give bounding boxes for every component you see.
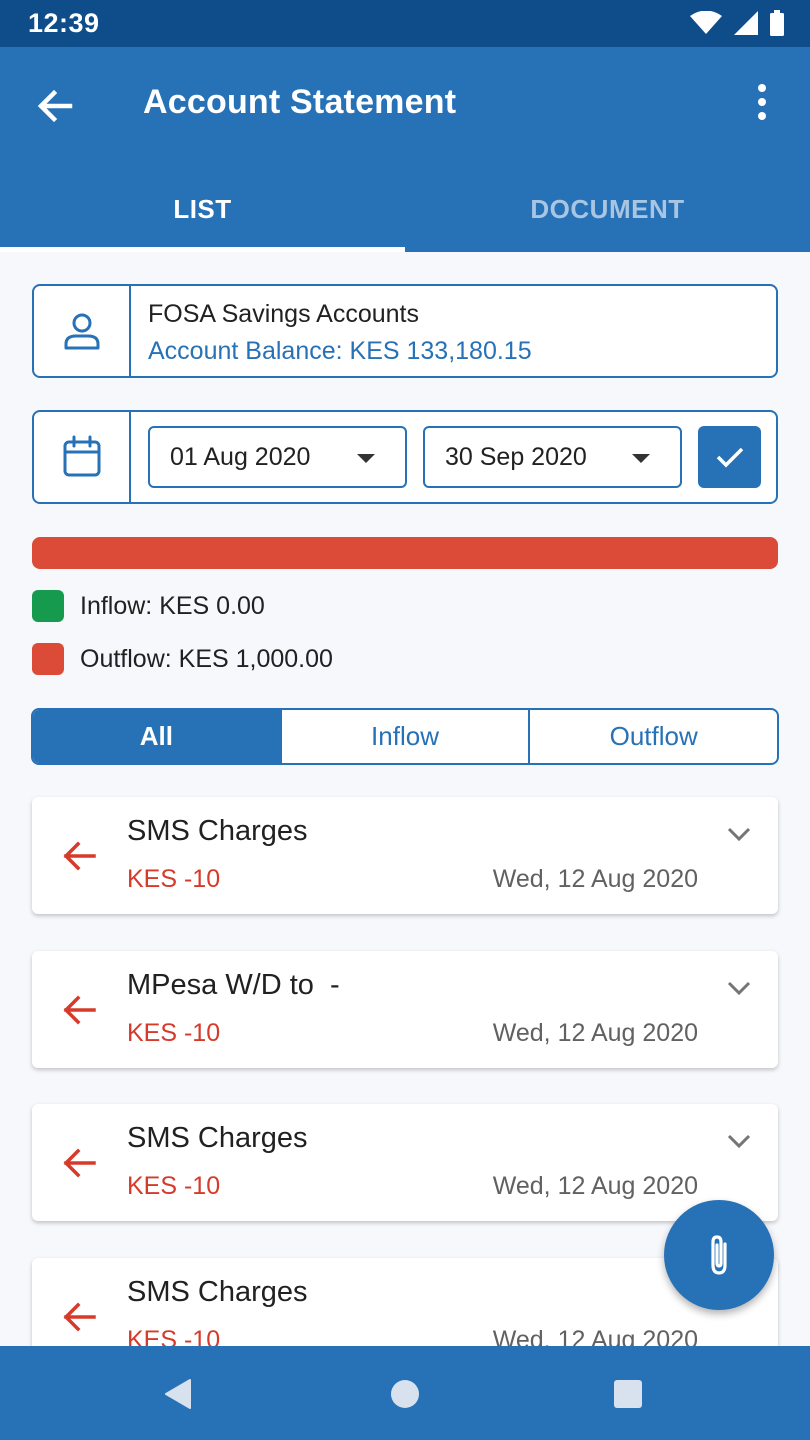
nav-recents-icon — [614, 1380, 642, 1408]
back-button[interactable] — [32, 83, 78, 129]
transaction-description: SMS Charges — [127, 1122, 308, 1154]
nav-back-button[interactable] — [158, 1374, 198, 1414]
nav-home-icon — [391, 1380, 419, 1408]
from-date-select[interactable]: 01 Aug 2020 — [148, 426, 407, 488]
tab-list[interactable]: LIST — [0, 167, 405, 252]
tab-bar: LIST DOCUMENT — [0, 167, 810, 252]
outflow-label: Outflow: KES 1,000.00 — [80, 644, 333, 673]
account-name: FOSA Savings Accounts — [148, 300, 419, 328]
check-icon — [716, 447, 743, 468]
account-card[interactable]: FOSA Savings Accounts Account Balance: K… — [32, 284, 778, 378]
account-balance: Account Balance: KES 133,180.15 — [148, 337, 532, 365]
apply-date-button[interactable] — [698, 426, 761, 488]
account-icon-cell — [34, 286, 131, 376]
system-nav-bar — [0, 1346, 810, 1440]
cellular-signal-icon — [734, 11, 758, 35]
app-bar: Account Statement LIST DOCUMENT — [0, 47, 810, 252]
transaction-filter: All Inflow Outflow — [31, 708, 779, 765]
status-bar: 12:39 — [0, 0, 810, 47]
more-vert-icon — [758, 84, 766, 120]
tab-document[interactable]: DOCUMENT — [405, 167, 810, 252]
person-icon — [64, 313, 99, 350]
calendar-icon — [63, 435, 100, 477]
inflow-legend: Inflow: KES 0.00 — [32, 590, 265, 622]
to-date-select[interactable]: 30 Sep 2020 — [423, 426, 682, 488]
transaction-amount: KES -10 — [127, 1172, 221, 1200]
transaction-item[interactable]: MPesa W/D to - KES -10 Wed, 12 Aug 2020 — [32, 951, 778, 1068]
status-time: 12:39 — [28, 8, 100, 38]
filter-outflow[interactable]: Outflow — [530, 710, 777, 763]
inflow-label: Inflow: KES 0.00 — [80, 591, 265, 620]
transaction-item[interactable]: SMS Charges KES -10 Wed, 12 Aug 2020 — [32, 1104, 778, 1221]
transaction-amount: KES -10 — [127, 865, 221, 893]
filter-all[interactable]: All — [33, 710, 282, 763]
paperclip-icon — [711, 1235, 727, 1275]
transaction-description: SMS Charges — [127, 815, 308, 847]
from-date-value: 01 Aug 2020 — [170, 442, 311, 471]
nav-recents-button[interactable] — [608, 1374, 648, 1414]
outflow-legend: Outflow: KES 1,000.00 — [32, 643, 333, 675]
transaction-amount: KES -10 — [127, 1019, 221, 1047]
to-date-value: 30 Sep 2020 — [445, 442, 587, 471]
wifi-icon — [690, 11, 722, 34]
transaction-date: Wed, 12 Aug 2020 — [492, 1019, 698, 1047]
status-icons — [690, 10, 784, 36]
calendar-icon-cell — [34, 412, 131, 502]
chevron-down-icon[interactable] — [726, 979, 752, 997]
battery-icon — [770, 10, 784, 36]
chevron-down-icon — [357, 454, 375, 463]
flow-ratio-bar — [32, 537, 778, 569]
more-options-button[interactable] — [744, 83, 780, 123]
outflow-swatch — [32, 643, 64, 675]
transaction-description: SMS Charges — [127, 1276, 308, 1308]
nav-home-button[interactable] — [385, 1374, 425, 1414]
chevron-down-icon[interactable] — [726, 825, 752, 843]
transaction-description: MPesa W/D to - — [127, 969, 340, 1001]
arrow-left-icon — [63, 995, 96, 1025]
transaction-date: Wed, 12 Aug 2020 — [492, 1172, 698, 1200]
transaction-item[interactable]: SMS Charges KES -10 Wed, 12 Aug 2020 — [32, 797, 778, 914]
page-title: Account Statement — [143, 83, 457, 121]
date-range-filter: 01 Aug 2020 30 Sep 2020 — [32, 410, 778, 504]
filter-inflow[interactable]: Inflow — [282, 710, 531, 763]
chevron-down-icon[interactable] — [726, 1132, 752, 1150]
arrow-back-icon — [37, 89, 73, 123]
arrow-left-icon — [63, 1148, 96, 1178]
arrow-left-icon — [63, 1302, 96, 1332]
transaction-date: Wed, 12 Aug 2020 — [492, 865, 698, 893]
nav-back-icon — [165, 1379, 191, 1409]
chevron-down-icon — [632, 454, 650, 463]
arrow-left-icon — [63, 841, 96, 871]
inflow-swatch — [32, 590, 64, 622]
attach-document-fab[interactable] — [664, 1200, 774, 1310]
